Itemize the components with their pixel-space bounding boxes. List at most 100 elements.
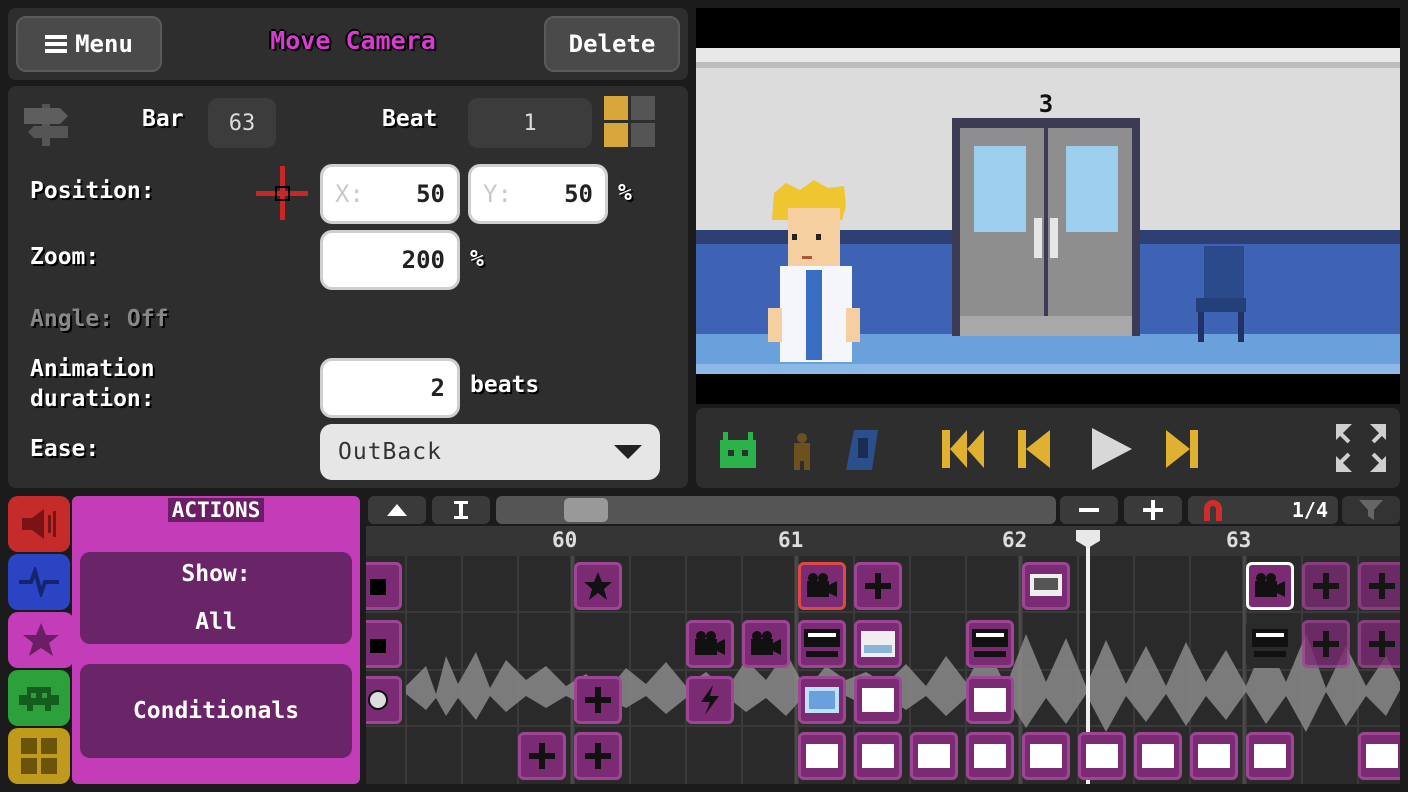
ease-label: Ease: (30, 436, 100, 462)
window-icon (1030, 744, 1062, 768)
conditionals-button[interactable]: Conditionals (80, 664, 352, 758)
ease-dropdown[interactable]: OutBack (320, 424, 660, 480)
timeline-scrollbar[interactable] (496, 496, 1056, 524)
zoom-out-button[interactable] (1060, 496, 1118, 524)
filter-icon (1359, 500, 1383, 520)
action-block[interactable] (1358, 562, 1400, 610)
scene-image: 3 (696, 48, 1400, 374)
action-block[interactable] (1246, 620, 1294, 668)
action-block[interactable] (1358, 732, 1400, 780)
zoom-in-button[interactable] (1124, 496, 1182, 524)
step-back-icon[interactable] (1018, 430, 1050, 468)
action-block[interactable] (854, 732, 902, 780)
robot-icon[interactable] (720, 432, 756, 470)
tab-sound[interactable] (8, 496, 70, 552)
show-filter-button[interactable]: Show: All (80, 552, 352, 644)
action-block[interactable] (574, 676, 622, 724)
beat-field[interactable]: 1 (468, 98, 592, 148)
action-block[interactable] (518, 732, 566, 780)
chevron-down-icon (614, 445, 642, 459)
action-block[interactable] (798, 562, 846, 610)
action-block[interactable] (366, 676, 402, 724)
x-input[interactable]: X: 50 (320, 164, 460, 224)
play-icon[interactable] (1092, 428, 1132, 470)
action-block[interactable] (910, 732, 958, 780)
metronome-icon[interactable] (788, 430, 816, 470)
timeline[interactable]: 60 61 62 63 (366, 526, 1400, 784)
filter-button[interactable] (1342, 496, 1400, 524)
action-block[interactable] (574, 732, 622, 780)
action-block[interactable] (366, 620, 402, 668)
tab-actions[interactable] (8, 612, 74, 668)
text-icon (972, 629, 1008, 657)
position-unit: % (618, 180, 632, 206)
action-block[interactable] (686, 676, 734, 724)
scrollbar-thumb[interactable] (564, 498, 608, 522)
menu-button[interactable]: Menu (16, 16, 162, 72)
window-icon (974, 744, 1006, 768)
angle-label[interactable]: Angle: Off (30, 306, 168, 332)
window-icon (862, 744, 894, 768)
beat-grid-icon[interactable] (604, 96, 656, 148)
action-block[interactable] (1246, 732, 1294, 780)
sound-icon (22, 509, 56, 539)
action-block[interactable] (742, 620, 790, 668)
camera-icon (1255, 573, 1285, 597)
action-block-selected[interactable] (1246, 562, 1294, 610)
clock-icon (368, 690, 388, 710)
action-block[interactable] (854, 620, 902, 668)
plus-icon (1143, 500, 1163, 520)
camera-icon (751, 631, 781, 655)
action-block[interactable] (966, 732, 1014, 780)
action-block[interactable] (1134, 732, 1182, 780)
skip-start-icon[interactable] (942, 430, 984, 468)
grid-icon (21, 738, 57, 774)
action-block[interactable] (1358, 620, 1400, 668)
action-block[interactable] (966, 620, 1014, 668)
action-block[interactable] (1302, 562, 1350, 610)
hamburger-icon (45, 35, 68, 53)
magnet-icon (1204, 500, 1222, 521)
expand-button[interactable] (432, 496, 490, 524)
tab-sprites[interactable] (8, 670, 70, 726)
bar-field[interactable]: 63 (208, 98, 276, 148)
collapse-button[interactable] (368, 496, 426, 524)
y-input[interactable]: Y: 50 (468, 164, 608, 224)
tab-rooms[interactable] (8, 728, 70, 784)
tab-rows[interactable] (8, 554, 70, 610)
action-block[interactable] (854, 562, 902, 610)
step-forward-icon[interactable] (1166, 430, 1198, 468)
ruler-label: 61 (778, 528, 804, 552)
action-block[interactable] (686, 620, 734, 668)
action-block[interactable] (1022, 732, 1070, 780)
fullscreen-icon[interactable] (1336, 424, 1386, 472)
zoom-unit: % (470, 246, 484, 272)
action-block[interactable] (1190, 732, 1238, 780)
pulse-icon (19, 567, 59, 597)
star-icon (584, 572, 612, 600)
player-icon[interactable] (846, 430, 878, 470)
duration-input[interactable]: 2 (320, 358, 460, 418)
action-block[interactable] (1078, 732, 1126, 780)
window-icon (861, 631, 895, 657)
action-block[interactable] (574, 562, 622, 610)
action-block[interactable] (854, 676, 902, 724)
action-block[interactable] (798, 620, 846, 668)
crosshair-icon[interactable] (256, 166, 308, 220)
action-block[interactable] (1022, 562, 1070, 610)
flash-icon (585, 687, 611, 713)
action-block[interactable] (798, 676, 846, 724)
snap-control[interactable]: 1/4 (1188, 496, 1338, 524)
zoom-input[interactable]: 200 (320, 230, 460, 290)
camera-icon (807, 573, 837, 597)
menu-label: Menu (75, 30, 133, 58)
flash-icon (1369, 573, 1395, 599)
actions-title: ACTIONS (72, 498, 360, 522)
action-block[interactable] (366, 562, 402, 610)
action-block[interactable] (1302, 620, 1350, 668)
delete-button[interactable]: Delete (544, 16, 680, 72)
action-block[interactable] (966, 676, 1014, 724)
action-block[interactable] (798, 732, 846, 780)
game-preview[interactable]: 3 (696, 8, 1400, 404)
bar-label: Bar (142, 106, 184, 132)
